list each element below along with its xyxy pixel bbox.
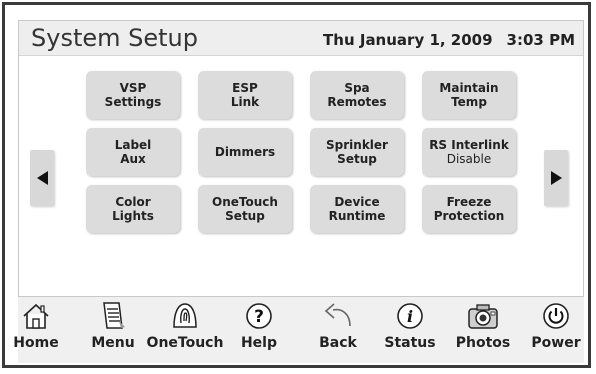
onetouch-button[interactable]: OneTouch [147,301,223,361]
tile-line1: Device [334,195,380,209]
house-icon [19,301,53,331]
help-label: Help [240,335,278,351]
tile-line2: Runtime [328,209,386,223]
menu-label: Menu [91,335,135,351]
onetouch-label: OneTouch [146,335,224,351]
vsp-settings-button[interactable]: VSP Settings [86,71,180,119]
tile-line2: Remotes [327,95,387,109]
svg-text:i: i [407,307,413,326]
tile-line2: Lights [112,209,154,223]
tile-line2: Settings [104,95,162,109]
date-time-readout: Thu January 1, 2009 3:03 PM [309,31,575,49]
tile-line1: Color [115,195,151,209]
rs-interlink-button[interactable]: RS Interlink Disable [422,128,516,176]
tile-line1: Dimmers [214,145,276,159]
tile-line1: ESP [232,81,258,95]
color-lights-button[interactable]: Color Lights [86,185,180,233]
setup-menu-grid: VSP Settings ESP Link Spa Remotes Maintain T… [86,71,540,233]
tile-line1: Label [114,138,152,152]
help-button[interactable]: ? Help [227,301,291,361]
home-label: Home [13,335,59,351]
tile-line1: RS Interlink [429,138,509,152]
home-button[interactable]: Home [4,301,68,361]
sprinkler-setup-button[interactable]: Sprinkler Setup [310,128,404,176]
bottom-toolbar: Home Menu OneTouch ? Help Back i Status [13,296,584,363]
label-aux-button[interactable]: Label Aux [86,128,180,176]
back-button[interactable]: Back [306,301,370,361]
tile-line2: Aux [120,152,146,166]
svg-text:?: ? [254,307,264,327]
triangle-right-icon [550,171,562,185]
device-runtime-button[interactable]: Device Runtime [310,185,404,233]
info-icon: i [393,301,427,331]
esp-link-button[interactable]: ESP Link [198,71,292,119]
status-label: Status [384,335,436,351]
photos-label: Photos [455,335,511,351]
triangle-left-icon [36,171,48,185]
camera-icon [466,301,500,331]
time-text: 3:03 PM [506,31,575,49]
tile-line1: VSP [119,81,147,95]
tile-line1: Maintain [439,81,499,95]
onetouch-setup-button[interactable]: OneTouch Setup [198,185,292,233]
back-arrow-icon [321,301,355,331]
tile-line1: Freeze [446,195,492,209]
tile-line2: Disable [446,152,492,166]
fingerprint-icon [168,301,202,331]
tile-line1: Sprinkler [326,138,388,152]
tile-line2: Link [230,95,260,109]
spa-remotes-button[interactable]: Spa Remotes [310,71,404,119]
photos-button[interactable]: Photos [451,301,515,361]
menu-button[interactable]: Menu [81,301,145,361]
prev-page-button[interactable] [30,150,54,206]
tile-line2: Setup [225,209,265,223]
tile-line2: Temp [451,95,487,109]
power-icon [539,301,573,331]
notepad-icon [96,301,130,331]
power-label: Power [531,335,581,351]
next-page-button[interactable] [544,150,568,206]
date-text: Thu January 1, 2009 [323,31,493,49]
tile-line2: Protection [433,209,505,223]
tile-line1: OneTouch [212,195,278,209]
question-icon: ? [242,301,276,331]
back-label: Back [319,335,357,351]
maintain-temp-button[interactable]: Maintain Temp [422,71,516,119]
status-button[interactable]: i Status [378,301,442,361]
header-bar: System Setup Thu January 1, 2009 3:03 PM [19,21,583,56]
tile-line1: Spa [344,81,370,95]
power-button[interactable]: Power [524,301,588,361]
page-title: System Setup [31,24,198,52]
freeze-protection-button[interactable]: Freeze Protection [422,185,516,233]
dimmers-button[interactable]: Dimmers [198,128,292,176]
tile-line2: Setup [337,152,377,166]
